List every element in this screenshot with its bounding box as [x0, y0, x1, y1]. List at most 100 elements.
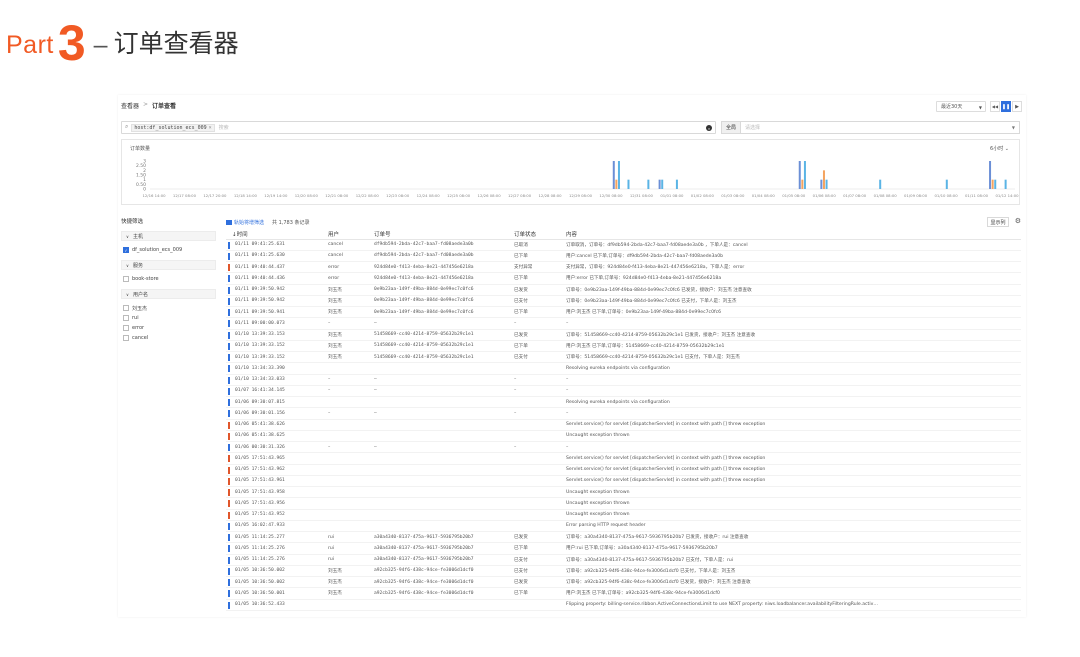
play-button[interactable]: ▶ [1012, 101, 1022, 112]
breadcrumb-root[interactable]: 查看器 [121, 101, 139, 110]
chart-bar[interactable] [675, 179, 678, 189]
cell-content: 订单号：51458669-cc40-4214-8759-05632b29c1e1… [560, 329, 1021, 341]
chart-bar[interactable] [822, 170, 825, 189]
sync-filter-link[interactable]: 轨始将增筛选 [226, 219, 264, 226]
time-range-select[interactable]: 最近30天 ▼ [936, 101, 986, 112]
filter-group-header[interactable]: ∨ 主机 [121, 231, 216, 241]
chart-bar[interactable] [994, 179, 997, 189]
filter-group-header[interactable]: ∨ 服务 [121, 260, 216, 270]
table-row[interactable]: 01/05 10:36:52.433 Flipping property: bil… [226, 599, 1021, 611]
log-level-marker [228, 556, 230, 564]
chart-bar[interactable] [825, 179, 828, 189]
pause-button[interactable]: ❚❚ [1001, 101, 1011, 112]
table-row[interactable]: 01/05 10:36:50.001 刘玉杰 a92cb325-94f6-438c-… [226, 587, 1021, 600]
column-header-status[interactable]: 订单状态 [508, 230, 560, 240]
table-row[interactable]: 01/05 11:14:25.276 rui a30a4340-8137-475a-… [226, 554, 1021, 566]
checkbox[interactable] [123, 315, 129, 321]
filter-checkbox-item[interactable]: 刘玉杰 [121, 303, 216, 313]
scope-button[interactable]: 全局 [721, 121, 741, 134]
chart-bar[interactable] [879, 179, 882, 189]
table-row[interactable]: 01/10 13:34:33.033– – – – [226, 374, 1021, 386]
chart-bar[interactable] [801, 179, 804, 189]
checkbox[interactable] [123, 325, 129, 331]
filter-checkbox-item[interactable]: cancel [121, 333, 216, 343]
table-row[interactable]: 01/06 00:30:31.326– – – – [226, 441, 1021, 454]
cell-time-text: 01/05 17:51:43.958 [235, 489, 285, 495]
table-row[interactable]: 01/11 09:39:50.942 刘玉杰 0e9b23aa-149f-49ba-… [226, 295, 1021, 308]
chart-bar[interactable] [658, 179, 661, 189]
chart-bar[interactable] [803, 161, 806, 189]
table-row[interactable]: 01/05 17:51:43.962 Servlet.service() for … [226, 464, 1021, 476]
table-row[interactable]: 01/05 11:14:25.277 rui a30a4340-8137-475a-… [226, 531, 1021, 544]
filter-group-header[interactable]: ∨ 用户名 [121, 289, 216, 299]
cell-user: cancel [322, 250, 368, 263]
filter-checkbox-item[interactable]: book-store [121, 274, 216, 284]
table-row[interactable]: 01/11 09:41:25.631 cancel df9db594-2bda-42… [226, 239, 1021, 251]
close-icon[interactable]: × [209, 125, 212, 131]
table-row[interactable]: 01/10 13:39:33.152 刘玉杰 51458669-cc40-4214-… [226, 340, 1021, 353]
clear-search-icon[interactable]: × [706, 125, 712, 131]
table-row[interactable]: 01/11 09:41:25.630 cancel df9db594-2bda-42… [226, 250, 1021, 263]
table-row[interactable]: 01/05 16:02:47.933 Error parsing HTTP req… [226, 520, 1021, 533]
table-row[interactable]: 01/11 09:40:44.436 error 924d84e0-f413-4eb… [226, 272, 1021, 285]
checkbox[interactable] [123, 335, 129, 341]
table-row[interactable]: 01/07 16:41:34.145– – – – [226, 385, 1021, 398]
table-row[interactable]: 01/11 09:00:00.073– – – – [226, 317, 1021, 330]
table-row[interactable]: 01/05 17:51:43.958 Uncaught exception thr… [226, 486, 1021, 499]
table-row[interactable]: 01/05 10:36:50.002 刘玉杰 a92cb325-94f6-438c-… [226, 576, 1021, 589]
table-row[interactable]: 01/05 11:14:25.276 rui a30a4340-8137-475a-… [226, 542, 1021, 555]
columns-button[interactable]: 显示列 [987, 217, 1009, 227]
column-header-time[interactable]: ↓时间 [226, 230, 322, 240]
search-input[interactable]: ⌕ host:df_solution_ecs_009 × 搜索 × [121, 121, 716, 134]
chart-bar[interactable] [612, 161, 615, 189]
chart-bar[interactable] [1004, 179, 1007, 189]
chart-bar[interactable] [945, 179, 948, 189]
chart-bar[interactable] [647, 179, 650, 189]
chart-bar[interactable] [991, 179, 994, 189]
rewind-button[interactable]: ◀◀ [990, 101, 1000, 112]
cell-status: 已发货 [508, 329, 560, 341]
table-row[interactable]: 01/06 05:41:38.626 Servlet.service() for … [226, 419, 1021, 431]
checkbox[interactable]: ✓ [123, 247, 129, 253]
table-row[interactable]: 01/06 09:30:07.815 Resolving eureka endpo… [226, 396, 1021, 409]
table-row[interactable]: 01/10 13:39:33.153 刘玉杰 51458669-cc40-4214-… [226, 329, 1021, 341]
log-level-marker [228, 545, 230, 553]
filter-checkbox-item[interactable]: rui [121, 313, 216, 323]
column-header-order[interactable]: 订单号 [368, 230, 508, 240]
table-row[interactable]: 01/05 17:51:43.965 Servlet.service() for … [226, 452, 1021, 465]
table-row[interactable]: 01/10 13:39:33.152 刘玉杰 51458669-cc40-4214-… [226, 351, 1021, 364]
filter-checkbox-item[interactable]: error [121, 323, 216, 333]
table-row[interactable]: 01/05 17:51:43.952 Uncaught exception thr… [226, 509, 1021, 521]
cell-status: 支付异常 [508, 261, 560, 274]
chart-bar[interactable] [798, 161, 801, 189]
cell-order [368, 396, 508, 409]
table-row[interactable]: 01/05 10:36:50.002 刘玉杰 a92cb325-94f6-438c-… [226, 565, 1021, 578]
table-row[interactable]: 01/06 05:41:38.625 Uncaught exception thr… [226, 430, 1021, 443]
cell-order: a30a4340-8137-475a-9617-5936795b20b7 [368, 542, 508, 555]
gear-icon[interactable]: ⚙ [1015, 218, 1021, 226]
chart-bar[interactable] [617, 161, 620, 189]
table-row[interactable]: 01/11 09:39:50.942 刘玉杰 0e9b23aa-149f-49ba-… [226, 284, 1021, 296]
table-row[interactable]: 01/05 17:51:43.956 Uncaught exception thr… [226, 497, 1021, 510]
chart-bar[interactable] [661, 179, 664, 189]
cell-status [508, 419, 560, 431]
column-header-user[interactable]: 用户 [322, 230, 368, 240]
filter-checkbox-item[interactable]: ✓ df_solution_ecs_009 [121, 245, 216, 255]
table-row[interactable]: 01/06 09:30:01.156– – – – [226, 407, 1021, 420]
checkbox[interactable] [123, 305, 129, 311]
chart-bar[interactable] [820, 179, 823, 189]
table-row[interactable]: 01/05 17:51:43.961 Servlet.service() for … [226, 475, 1021, 488]
chart-bar[interactable] [615, 179, 618, 189]
checkbox[interactable] [123, 276, 129, 282]
filter-item-label: error [132, 325, 145, 331]
table-row[interactable]: 01/10 13:34:33.390 Resolving eureka endpo… [226, 362, 1021, 375]
host-filter-tag[interactable]: host:df_solution_ecs_009 × [131, 123, 215, 132]
y-tick-label: 0 [143, 187, 146, 193]
table-row[interactable]: 01/11 09:39:50.941 刘玉杰 0e9b23aa-149f-49ba-… [226, 306, 1021, 319]
table-row[interactable]: 01/11 09:40:44.437 error 924d84e0-f413-4eb… [226, 261, 1021, 274]
field-select[interactable]: 请选择 ▼ [741, 121, 1020, 134]
title-dash: – [93, 31, 108, 59]
chart-bar[interactable] [627, 179, 630, 189]
chart-bar[interactable] [989, 161, 992, 189]
column-header-content[interactable]: 内容 [560, 230, 1021, 240]
